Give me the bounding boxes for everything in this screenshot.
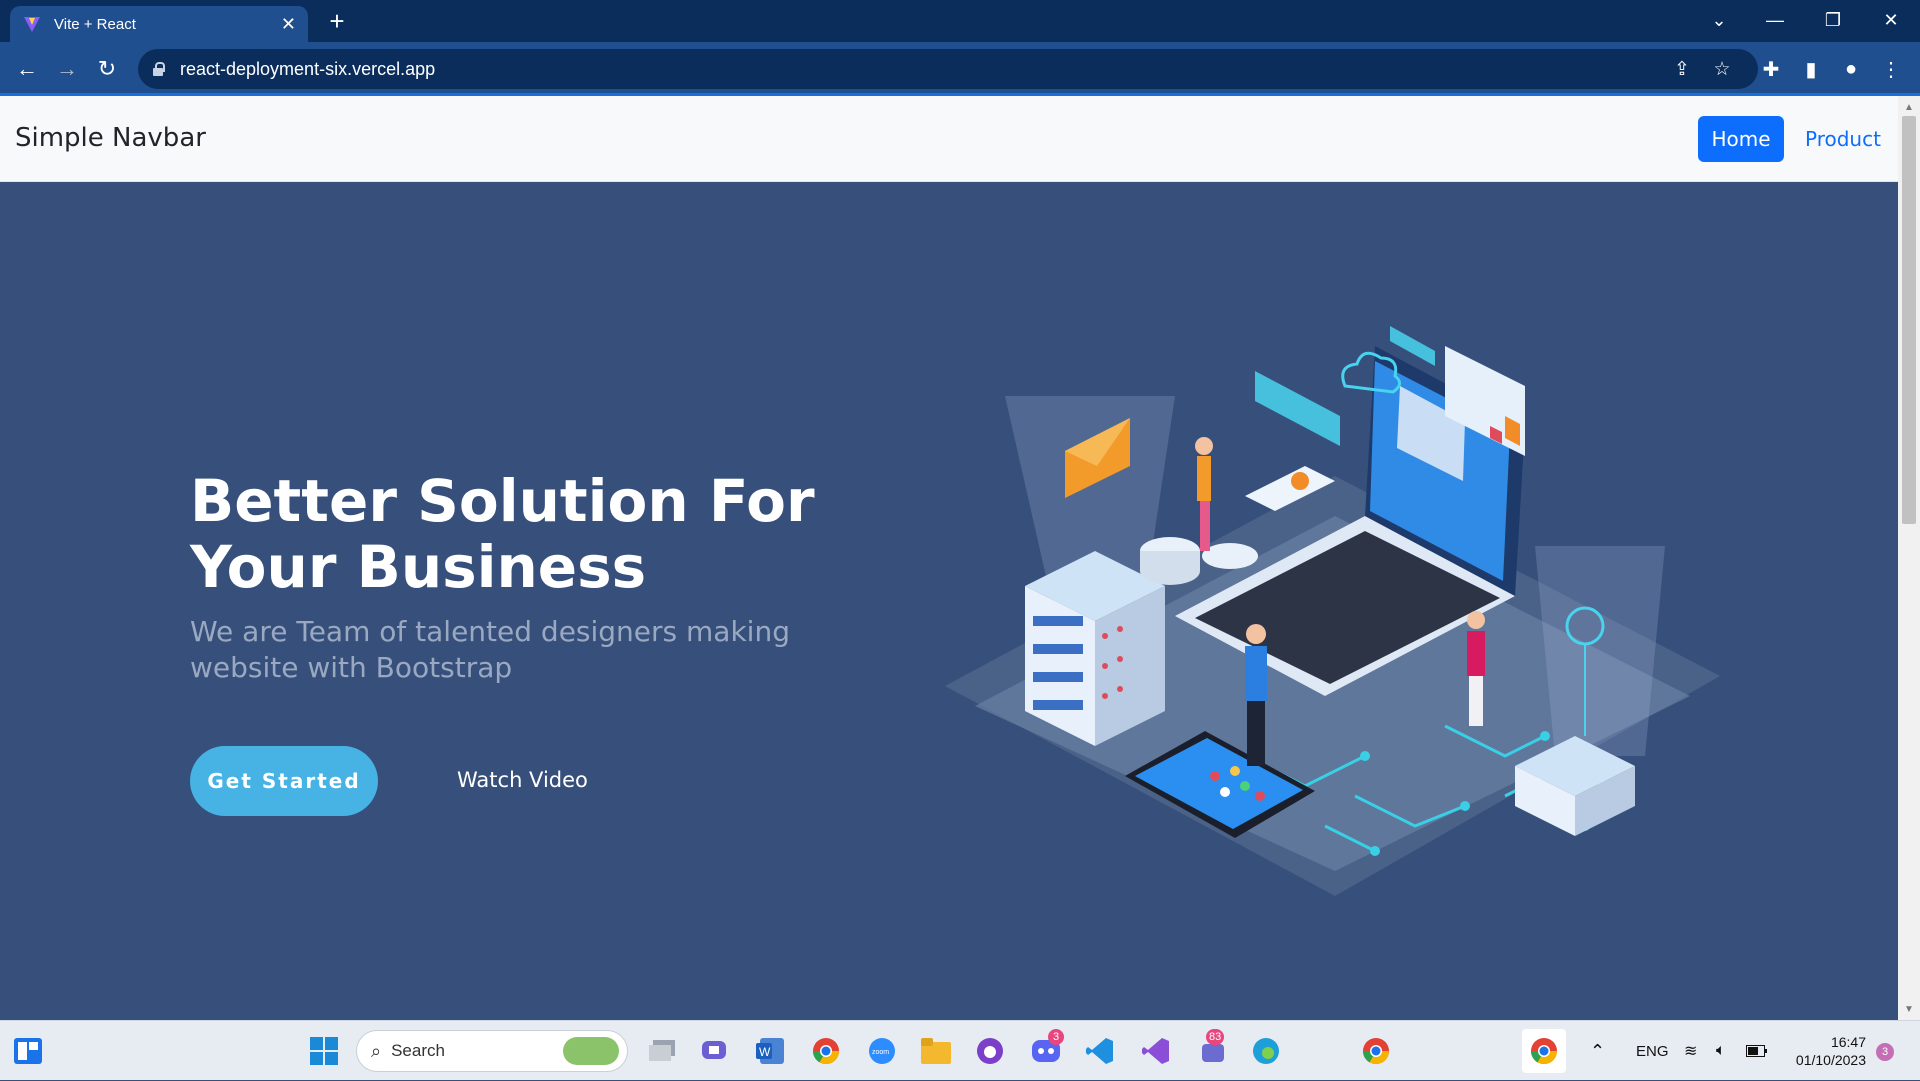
edge-icon[interactable] [1246,1031,1286,1071]
vite-logo-icon [22,14,42,34]
clock-time: 16:47 [1830,1034,1866,1050]
start-windows-icon[interactable] [304,1031,344,1071]
hero-title: Better Solution For Your Business [190,467,815,601]
back-button[interactable]: ← [10,52,44,86]
nav-link-home[interactable]: Home [1698,116,1784,162]
site-navbar: Simple Navbar Home Product [0,96,1898,182]
address-toolbar: ← → ↻ react-deployment-six.vercel.app ⇪ … [0,42,1920,96]
task-view-icon[interactable] [642,1031,682,1071]
scroll-up-arrow[interactable]: ▲ [1898,98,1920,116]
forward-button[interactable]: → [50,52,84,86]
svg-text:W: W [759,1045,771,1059]
lock-icon [152,62,165,76]
show-hidden-icons-chevron-icon[interactable]: ⌃ [1590,1021,1605,1081]
tab-search-icon[interactable]: ⌄ [1696,0,1742,40]
scroll-down-arrow[interactable]: ▼ [1898,1000,1920,1018]
file-explorer-icon[interactable] [916,1031,956,1071]
profile-icon[interactable]: ● [1836,54,1866,84]
search-placeholder: Search [391,1041,445,1060]
share-icon[interactable]: ⇪ [1670,57,1694,81]
volume-icon[interactable]: 🔈︎ [1716,1021,1726,1081]
close-window-button[interactable]: ✕ [1868,0,1914,40]
chrome-active-window-icon[interactable] [1522,1029,1566,1073]
search-icon: ⌕ [371,1040,382,1061]
side-panel-icon[interactable]: ▮ [1796,54,1826,84]
wifi-icon[interactable]: ≋ [1684,1021,1697,1081]
nav-link-product[interactable]: Product [1805,127,1881,151]
page-scrollbar-thumb[interactable] [1902,116,1916,524]
extensions-icon[interactable]: ✚ [1756,54,1786,84]
teams-badge: 83 [1206,1029,1225,1045]
svg-text:zoom: zoom [872,1049,889,1056]
restore-button[interactable]: ❐ [1810,0,1856,40]
hero-subtitle: We are Team of talented designers making… [190,615,790,684]
navbar-brand[interactable]: Simple Navbar [15,123,206,153]
notification-badge[interactable]: 3 [1876,1043,1894,1061]
search-highlight-image [563,1037,619,1065]
bookmark-star-icon[interactable]: ☆ [1710,57,1734,81]
teams-chat-icon[interactable] [694,1031,734,1071]
browser-tab-strip: Vite + React ✕ + ⌄ — ❐ ✕ [0,0,1920,42]
clock[interactable]: 16:47 01/10/2023 [1786,1021,1866,1081]
discord-badge: 3 [1048,1029,1064,1045]
watch-video-link[interactable]: Watch Video [457,768,588,792]
web-page: Simple Navbar Home Product Better Soluti… [0,96,1898,1020]
taskbar-search-input[interactable]: ⌕ Search [356,1030,628,1072]
zoom-icon[interactable]: zoom [862,1031,902,1071]
new-tab-button[interactable]: + [322,6,352,36]
browser-tab[interactable]: Vite + React ✕ [10,6,308,42]
battery-icon[interactable] [1746,1021,1768,1081]
chrome-profile-icon[interactable] [1356,1031,1396,1071]
github-desktop-icon[interactable] [970,1031,1010,1071]
windows-taskbar: ⌕ Search W zoom 3 83 ⌃ ENG ≋ 🔈︎ 16:47 01… [0,1020,1920,1080]
input-language[interactable]: ENG [1636,1021,1669,1081]
visual-studio-icon[interactable] [1136,1031,1176,1071]
vscode-icon[interactable] [1080,1031,1120,1071]
reload-button[interactable]: ↻ [90,52,124,86]
word-icon[interactable]: W [750,1031,790,1071]
menu-icon[interactable]: ⋮ [1876,54,1906,84]
url-text: react-deployment-six.vercel.app [180,58,436,79]
chrome-icon[interactable] [806,1031,846,1071]
hero-isometric-illustration [945,326,1720,896]
get-started-button[interactable]: Get Started [190,746,378,816]
tab-title: Vite + React [54,15,136,33]
url-bar[interactable]: react-deployment-six.vercel.app ⇪ ☆ [138,49,1758,89]
minimize-button[interactable]: — [1752,0,1798,40]
clock-date: 01/10/2023 [1795,1052,1866,1068]
widgets-icon[interactable] [8,1031,48,1071]
tab-close-icon[interactable]: ✕ [281,14,296,35]
